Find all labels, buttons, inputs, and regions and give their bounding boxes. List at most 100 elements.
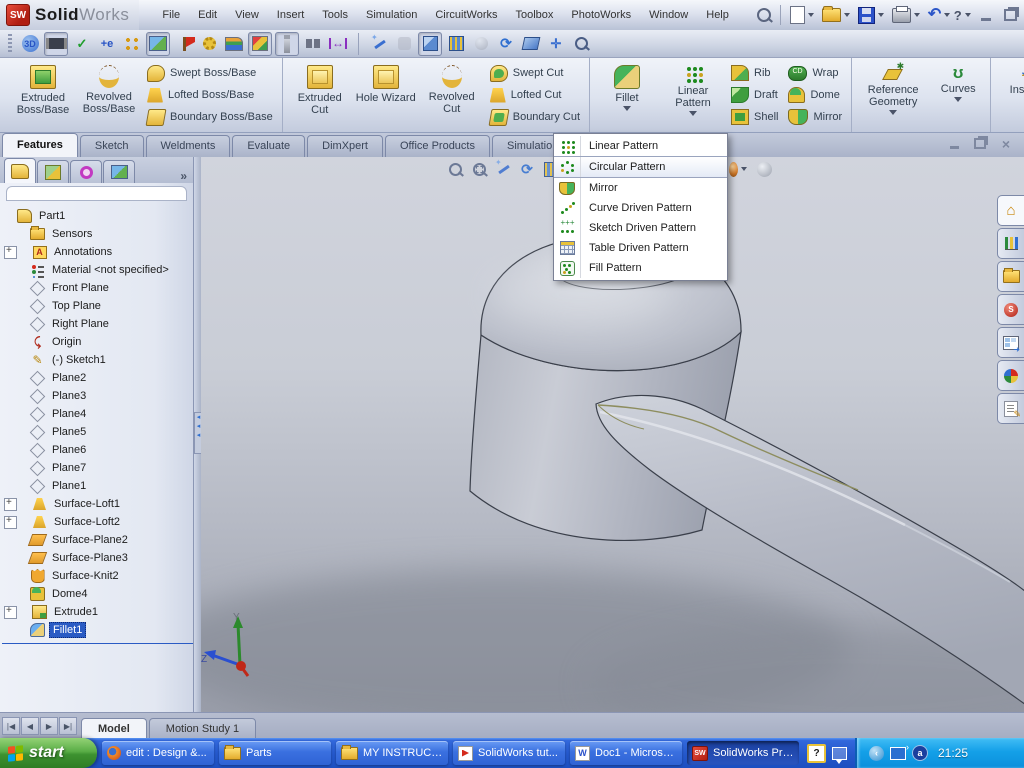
taskbar-item-parts[interactable]: Parts [219,741,331,765]
view-settings-button[interactable] [494,160,512,178]
taskbar-item-my-instruct[interactable]: MY INSTRUCT... [336,741,448,765]
extruded-boss-button[interactable]: Extruded Boss/Base [12,61,74,129]
custom-properties-tab[interactable] [997,393,1024,424]
file-explorer-tab[interactable] [997,261,1024,292]
zoom-fit-button[interactable] [446,160,464,178]
start-button[interactable]: start [0,738,97,768]
menu-file[interactable]: File [153,1,189,30]
view-palette-tab[interactable] [997,327,1024,358]
hole-wizard-button[interactable]: Hole Wizard [355,61,417,129]
boundary-boss-button[interactable]: Boundary Boss/Base [144,108,276,126]
revolved-cut-button[interactable]: Revolved Cut [421,61,483,129]
equation-icon[interactable]: +e [96,33,118,55]
wrap-button[interactable]: Wrap [785,64,845,82]
linear-pattern-button[interactable]: Linear Pattern [662,61,724,129]
featuremanager-tab[interactable] [4,158,36,183]
undo-button[interactable]: ↶ [925,6,953,24]
tree-item-sketch1[interactable]: ✎(-) Sketch1 [2,351,193,369]
tree-item-fillet1[interactable]: Fillet1 [2,621,193,639]
zoom-area-button[interactable] [470,160,488,178]
motion-study-tab[interactable]: Motion Study 1 [149,718,256,739]
toolbar-grip[interactable] [8,34,12,54]
viewport-cube-icon[interactable] [520,33,542,55]
shell-button[interactable]: Shell [728,108,781,126]
menu-help[interactable]: Help [697,1,738,30]
tree-item-surface-loft1[interactable]: Surface-Loft1 [2,495,193,513]
tree-item-material[interactable]: Material <not specified> [2,261,193,279]
expand-icon[interactable] [4,498,17,511]
render-button[interactable] [755,160,773,178]
preview-stamp-icon[interactable] [393,33,415,55]
rotate-view-button[interactable]: ⟳ [518,160,536,178]
tab-sketch[interactable]: Sketch [80,135,144,157]
zoom-icon[interactable] [570,33,592,55]
render-sphere-icon[interactable] [470,33,492,55]
tab-office-products[interactable]: Office Products [385,135,490,157]
tree-item-plane5[interactable]: Plane5 [2,423,193,441]
tab-evaluate[interactable]: Evaluate [232,135,305,157]
more-tabs-chevron-icon[interactable]: » [180,169,187,183]
help-tray-icon[interactable]: ? [807,744,826,763]
revolved-boss-button[interactable]: Revolved Boss/Base [78,61,140,129]
menu-window[interactable]: Window [640,1,697,30]
fillet-flyout-arrow[interactable] [623,106,631,111]
shaded-view-icon[interactable] [418,32,442,56]
tree-item-origin[interactable]: ⤹Origin [2,333,193,351]
scroll-last-button[interactable]: ▶| [59,717,77,735]
tree-rollback-bar[interactable] [2,643,193,644]
menu-insert[interactable]: Insert [268,1,314,30]
tree-item-plane4[interactable]: Plane4 [2,405,193,423]
restore-button[interactable] [1001,8,1019,23]
measure-icon[interactable]: ↔ [327,33,349,55]
tree-item-surface-loft2[interactable]: Surface-Loft2 [2,513,193,531]
instant3d-button[interactable]: Instant3D [997,61,1024,129]
tree-item-dome4[interactable]: Dome4 [2,585,193,603]
expand-icon[interactable] [4,516,17,529]
refresh-view-icon[interactable]: ⟳ [495,33,517,55]
tree-item-surface-plane2[interactable]: Surface-Plane2 [2,531,193,549]
menu-item-circular-pattern[interactable]: Circular Pattern [554,156,727,178]
tree-filter-bar[interactable] [6,186,187,201]
view-orientation-3d-icon[interactable]: 3D [19,33,41,55]
dimxpertmanager-tab[interactable] [103,160,135,183]
tree-item-plane1[interactable]: Plane1 [2,477,193,495]
new-document-button[interactable] [787,4,817,26]
boundary-cut-button[interactable]: Boundary Cut [487,108,583,126]
tree-item-part1[interactable]: Part1 [2,207,193,225]
swept-cut-button[interactable]: Swept Cut [487,64,583,82]
menu-item-table-driven-pattern[interactable]: Table Driven Pattern [554,238,727,258]
menu-simulation[interactable]: Simulation [357,1,426,30]
scroll-prev-button[interactable]: ◀ [21,717,39,735]
tree-item-front-plane[interactable]: Front Plane [2,279,193,297]
fillet-button[interactable]: Fillet [596,61,658,129]
panel-splitter[interactable]: ◂◂◂ [194,157,201,712]
design-library-tab[interactable] [997,228,1024,259]
appearances-tab[interactable] [997,360,1024,391]
tree-item-plane3[interactable]: Plane3 [2,387,193,405]
lofted-boss-button[interactable]: Lofted Boss/Base [144,86,276,104]
mirror-button[interactable]: Mirror [785,108,845,126]
menu-item-sketch-driven-pattern[interactable]: Sketch Driven Pattern [554,218,727,238]
open-button[interactable] [819,6,853,24]
menu-item-mirror[interactable]: Mirror [554,178,727,198]
model-tab[interactable]: Model [81,718,147,739]
reference-geometry-flyout-arrow[interactable] [889,110,897,115]
dome-button[interactable]: Dome [785,86,845,104]
photoworks-flag-icon[interactable] [173,33,195,55]
solidworks-search-tab[interactable]: S [997,294,1024,325]
doc-minimize-button[interactable] [946,137,962,150]
doc-close-button[interactable]: × [998,137,1014,150]
tree-item-surface-plane3[interactable]: Surface-Plane3 [2,549,193,567]
design-check-icon[interactable]: ✓ [71,33,93,55]
taskbar-item-solidworks[interactable]: SW SolidWorks Pre... [687,741,799,765]
scroll-first-button[interactable]: |◀ [2,717,20,735]
rib-button[interactable]: Rib [728,64,781,82]
menu-circuitworks[interactable]: CircuitWorks [426,1,506,30]
curves-button[interactable]: ʊ Curves [932,61,984,129]
network-icon[interactable] [890,747,906,760]
print-button[interactable] [889,6,923,25]
menu-view[interactable]: View [226,1,268,30]
taskbar-item-browser[interactable]: edit : Design &... [102,741,214,765]
fastener-icon[interactable] [275,32,299,56]
tree-item-plane2[interactable]: Plane2 [2,369,193,387]
